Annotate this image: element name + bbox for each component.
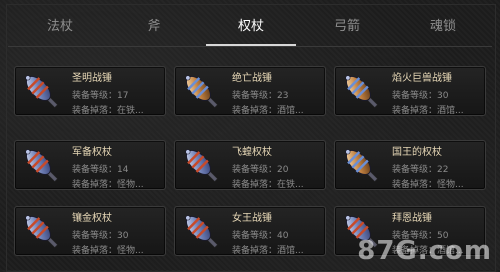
scepter-icon	[179, 69, 225, 115]
item-level: 装备等级：22	[392, 165, 449, 175]
item-level: 装备等级：20	[232, 165, 289, 175]
item-level: 装备等级：14	[72, 165, 129, 175]
tab-axe[interactable]: 斧	[104, 12, 204, 42]
item-card[interactable]: 绝亡战锤 装备等级：23 装备掉落：酒馆...	[174, 66, 326, 116]
item-card[interactable]: 军备权杖 装备等级：14 装备掉落：怪物...	[14, 140, 166, 190]
item-name: 飞蝗权杖	[232, 147, 272, 158]
item-card[interactable]: 飞蝗权杖 装备等级：20 装备掉落：在铁...	[174, 140, 326, 190]
site-watermark: 87G.com	[357, 236, 492, 266]
item-level: 装备等级：30	[72, 231, 129, 241]
item-name: 女王战锤	[232, 213, 272, 224]
item-level: 装备等级：40	[232, 231, 289, 241]
scepter-icon	[19, 69, 65, 115]
item-name: 绝亡战锤	[232, 73, 272, 84]
item-name: 焰火巨兽战锤	[392, 73, 452, 84]
item-drop: 装备掉落：怪物...	[72, 246, 144, 256]
item-level: 装备等级：17	[72, 91, 129, 101]
tab-soul-chain[interactable]: 魂锁	[393, 12, 493, 42]
scepter-icon	[339, 69, 385, 115]
scepter-icon	[339, 143, 385, 189]
scepter-icon	[179, 209, 225, 255]
tab-divider	[8, 46, 492, 47]
item-card[interactable]: 女王战锤 装备等级：40 装备掉落：酒馆...	[174, 206, 326, 256]
item-drop: 装备掉落：酒馆...	[232, 106, 304, 116]
item-name: 拜恩战锤	[392, 213, 432, 224]
item-card[interactable]: 镶金权杖 装备等级：30 装备掉落：怪物...	[14, 206, 166, 256]
item-card[interactable]: 国王的权杖 装备等级：22 装备掉落：怪物...	[334, 140, 486, 190]
item-drop: 装备掉落：酒馆...	[392, 106, 464, 116]
scepter-icon	[19, 209, 65, 255]
scepter-icon	[179, 143, 225, 189]
item-drop: 装备掉落：酒馆...	[232, 246, 304, 256]
item-card[interactable]: 焰火巨兽战锤 装备等级：30 装备掉落：酒馆...	[334, 66, 486, 116]
scepter-icon	[19, 143, 65, 189]
item-name: 国王的权杖	[392, 147, 442, 158]
item-drop: 装备掉落：怪物...	[72, 180, 144, 190]
item-level: 装备等级：30	[392, 91, 449, 101]
item-level: 装备等级：23	[232, 91, 289, 101]
item-drop: 装备掉落：在铁...	[72, 106, 144, 116]
item-drop: 装备掉落：在铁...	[232, 180, 304, 190]
tab-bow[interactable]: 弓箭	[297, 12, 397, 42]
item-name: 镶金权杖	[72, 213, 112, 224]
tab-scepter[interactable]: 权杖	[201, 12, 301, 46]
weapon-category-tabs: 法杖 斧 权杖 弓箭 魂锁	[0, 0, 500, 46]
item-card[interactable]: 圣明战锤 装备等级：17 装备掉落：在铁...	[14, 66, 166, 116]
item-name: 圣明战锤	[72, 73, 112, 84]
tab-staff[interactable]: 法杖	[10, 12, 110, 42]
item-drop: 装备掉落：怪物...	[392, 180, 464, 190]
item-name: 军备权杖	[72, 147, 112, 158]
